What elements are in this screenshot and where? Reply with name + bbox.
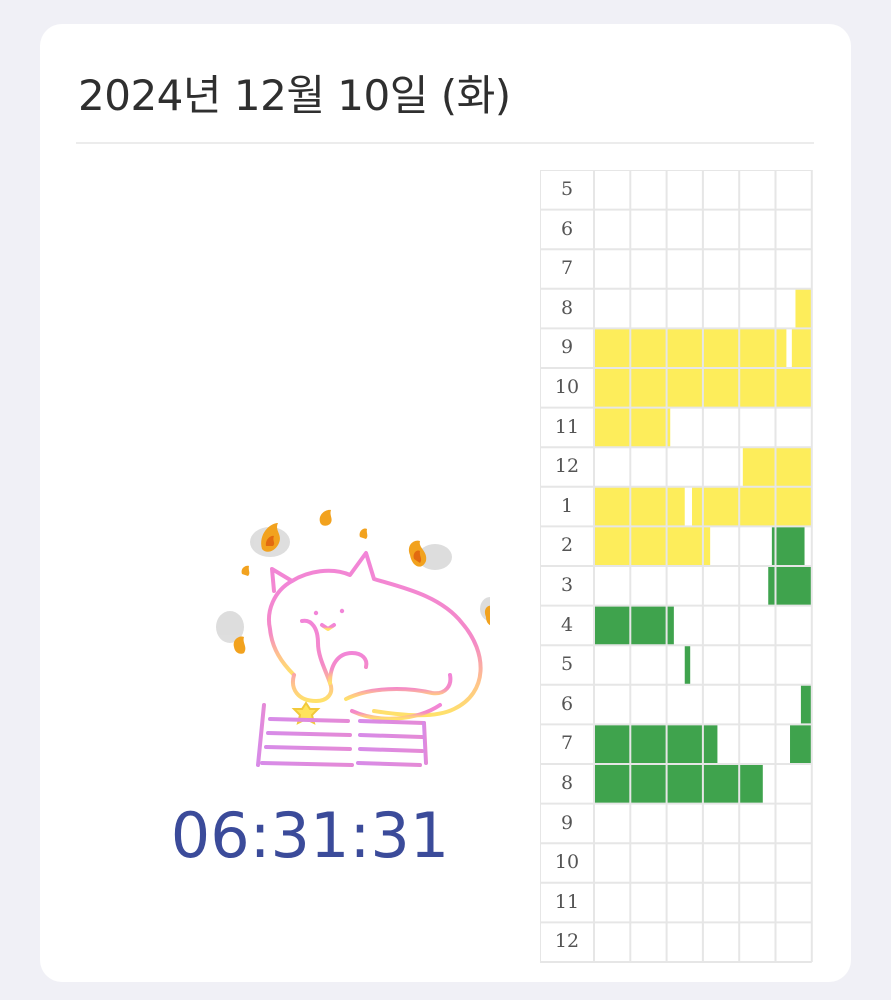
hour-label: 1 — [560, 494, 574, 517]
hour-label: 4 — [560, 613, 574, 636]
time-block-other — [771, 526, 805, 566]
hour-label: 9 — [560, 336, 574, 359]
elapsed-time-display: 06:31:31 — [170, 799, 450, 872]
time-block-other — [594, 724, 718, 764]
time-block-other — [790, 724, 812, 764]
time-block-study — [692, 486, 812, 527]
hour-label: 11 — [554, 890, 580, 913]
time-block-study — [594, 526, 711, 566]
time-block-study — [594, 486, 685, 527]
hour-label: 7 — [560, 257, 574, 280]
hour-label: 3 — [560, 574, 574, 596]
hour-label: 2 — [560, 534, 574, 557]
daily-record-card: 2024년 12월 10일 (화) 06:31:31 5 6 7 8 9 10 … — [40, 24, 851, 982]
page-title: 2024년 12월 10일 (화) — [78, 71, 511, 120]
time-block-other — [684, 645, 691, 685]
time-grid: 5 6 7 8 9 10 11 12 1 2 3 4 5 6 7 8 9 10 11 12 — [540, 170, 816, 963]
time-block-study — [742, 447, 812, 487]
time-block-study — [791, 328, 812, 368]
hour-label: 5 — [560, 178, 574, 200]
studying-cat-with-fire-icon — [216, 509, 490, 767]
hour-label: 10 — [554, 851, 580, 874]
time-block-other — [594, 764, 763, 804]
time-grid-canvas — [540, 170, 813, 963]
hour-label: 5 — [560, 653, 574, 676]
hour-label: 6 — [560, 217, 574, 240]
hour-label: 8 — [560, 296, 574, 319]
hour-label: 10 — [554, 376, 580, 398]
hour-label: 9 — [560, 811, 574, 834]
time-block-other — [800, 684, 812, 725]
time-block-study — [594, 328, 787, 368]
time-block-study — [594, 407, 671, 448]
hour-label: 12 — [554, 455, 580, 478]
time-block-other — [594, 605, 674, 646]
hour-label: 8 — [560, 772, 574, 794]
hour-label: 12 — [554, 930, 580, 953]
divider — [76, 142, 814, 144]
hour-label: 7 — [560, 732, 574, 755]
time-block-study — [795, 288, 812, 329]
hour-label: 6 — [560, 692, 574, 715]
hour-label: 11 — [554, 415, 580, 438]
